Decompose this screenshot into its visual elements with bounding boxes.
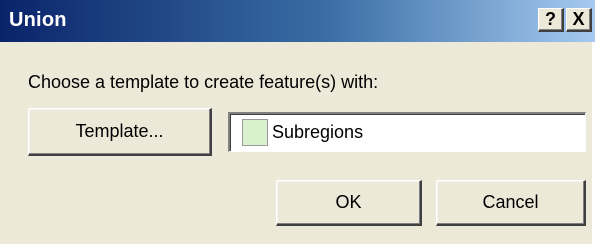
help-button[interactable]: ? <box>538 8 564 32</box>
template-color-swatch <box>242 119 268 146</box>
cancel-button[interactable]: Cancel <box>436 180 586 226</box>
prompt-label: Choose a template to create feature(s) w… <box>28 72 379 92</box>
template-name: Subregions <box>272 122 364 142</box>
window-title: Union <box>9 9 67 31</box>
close-button[interactable]: X <box>566 8 592 32</box>
template-button[interactable]: Template... <box>28 108 212 156</box>
template-field[interactable]: Subregions <box>228 112 586 152</box>
title-bar[interactable]: Union ? X <box>0 0 595 42</box>
union-dialog: Union ? X Choose a template to create fe… <box>0 0 595 246</box>
ok-button[interactable]: OK <box>276 180 422 226</box>
